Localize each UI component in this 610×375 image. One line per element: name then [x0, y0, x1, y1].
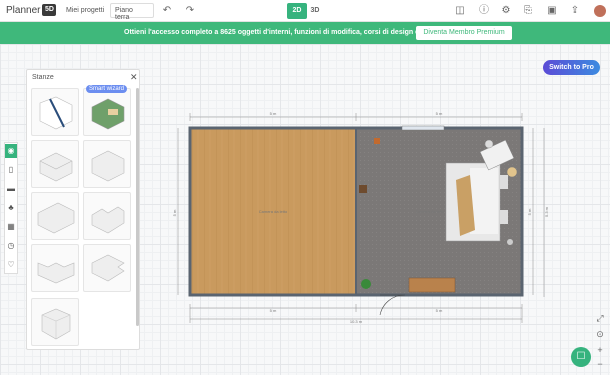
- locate-icon[interactable]: ⊙: [594, 328, 606, 340]
- dim-bottom-right: 5 m: [436, 308, 443, 313]
- tree-icon[interactable]: ♣: [5, 201, 17, 215]
- room-tile-u-shape[interactable]: [31, 244, 79, 292]
- dresser[interactable]: [408, 277, 456, 293]
- room-tile-t-shape[interactable]: [83, 244, 131, 292]
- close-icon[interactable]: ✕: [130, 72, 138, 83]
- smart-wizard-badge: Smart wizard: [86, 85, 128, 93]
- lamp[interactable]: [374, 138, 380, 144]
- nightstand[interactable]: [359, 185, 367, 193]
- dim-bottom-left: 5 m: [270, 308, 277, 313]
- sofa-icon[interactable]: ▬: [5, 182, 17, 196]
- room-tile-rect[interactable]: [31, 192, 79, 240]
- panel-scrollbar[interactable]: [136, 88, 139, 326]
- room-tile-square[interactable]: [31, 140, 79, 188]
- room-tile-draw[interactable]: [31, 88, 79, 136]
- room-tile-wizard[interactable]: Smart wizard: [83, 85, 131, 136]
- chat-icon[interactable]: ☐: [571, 347, 591, 367]
- room-tile-l-shape[interactable]: [83, 192, 131, 240]
- zoom-in-icon[interactable]: +: [594, 344, 606, 356]
- dim-top-right: 5 m: [436, 111, 443, 116]
- plant[interactable]: [361, 279, 371, 289]
- history-icon[interactable]: ◷: [5, 239, 17, 253]
- dim-total: 10.3 m: [350, 319, 363, 324]
- rooms-icon[interactable]: ◉: [5, 144, 17, 158]
- side-table[interactable]: [484, 139, 494, 149]
- wall-icon[interactable]: ▦: [5, 220, 17, 234]
- panel-title: Stanze: [32, 74, 54, 81]
- room-tile-cube[interactable]: [31, 298, 79, 346]
- dim-top-left: 5 m: [270, 111, 277, 116]
- room-tile-box[interactable]: [83, 140, 131, 188]
- pillow: [500, 175, 508, 189]
- room-left-label: Camera da letto: [259, 209, 288, 214]
- fullscreen-icon[interactable]: ⤢: [594, 312, 606, 324]
- heart-icon[interactable]: ♡: [5, 258, 17, 272]
- pillow: [500, 210, 508, 224]
- dim-right-outer: 5.3 m: [544, 206, 549, 217]
- lamp[interactable]: [507, 239, 513, 245]
- window[interactable]: [401, 125, 445, 131]
- dim-left: 5 m: [172, 209, 177, 216]
- round-table[interactable]: [506, 166, 518, 178]
- dim-right-inner: 5 m: [527, 208, 532, 215]
- room-right-label: Camera da letto: [416, 209, 445, 214]
- category-rail: ◉ ▯ ▬ ♣ ▦ ◷ ♡: [4, 142, 18, 274]
- door[interactable]: [379, 294, 406, 316]
- rooms-panel: Stanze ✕ Smart wizard: [26, 69, 140, 350]
- zoom-out-icon[interactable]: −: [594, 358, 606, 370]
- door-icon[interactable]: ▯: [5, 163, 17, 177]
